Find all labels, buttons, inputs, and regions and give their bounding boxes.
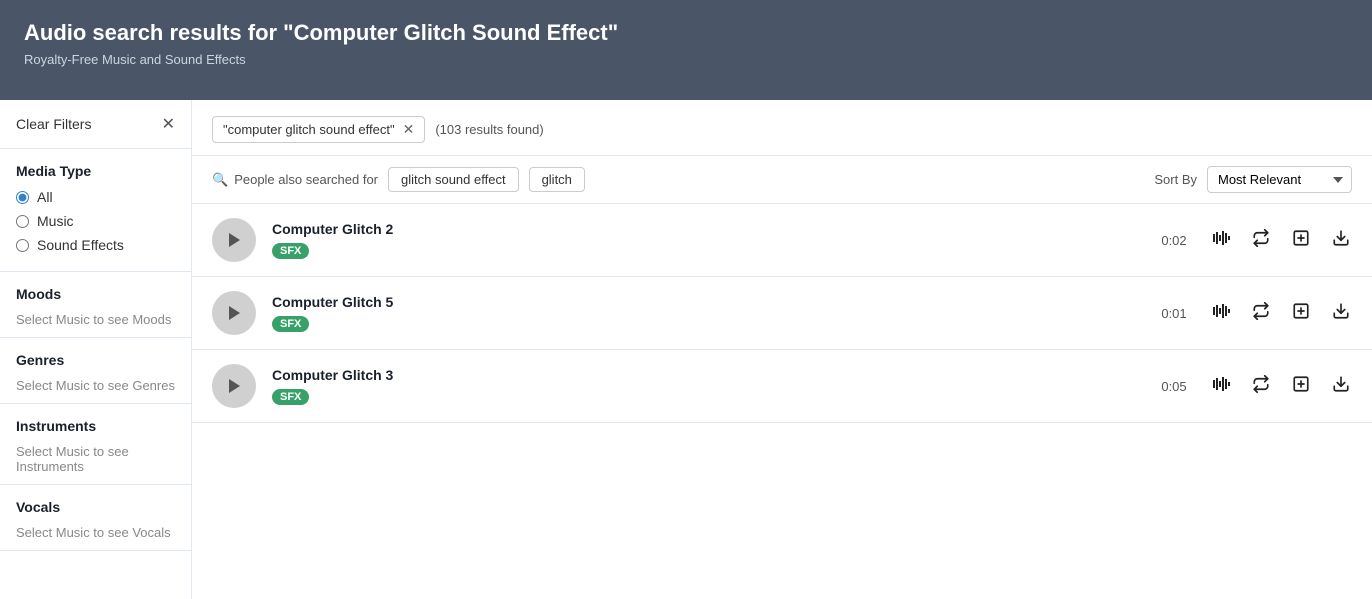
sidebar: Clear Filters ✕ Media Type All Music Sou… xyxy=(0,100,192,599)
table-row: Computer Glitch 5 SFX 0:01 xyxy=(192,277,1372,350)
sfx-badge-3: SFX xyxy=(272,389,309,405)
header: Audio search results for "Computer Glitc… xyxy=(0,0,1372,100)
close-icon[interactable]: ✕ xyxy=(162,114,175,134)
header-title: Audio search results for "Computer Glitc… xyxy=(24,20,1348,46)
loop-icon-1[interactable] xyxy=(1250,229,1272,252)
filter-remove-icon[interactable]: ✕ xyxy=(403,121,415,138)
play-icon-2 xyxy=(227,305,241,321)
track-info-1: Computer Glitch 2 SFX xyxy=(272,221,1138,259)
suggestion-tag-glitch[interactable]: glitch xyxy=(529,167,585,192)
vocals-placeholder: Select Music to see Vocals xyxy=(16,525,175,540)
sort-by-container: Sort By Most Relevant Newest Most Downlo… xyxy=(1154,166,1352,193)
media-type-sfx[interactable]: Sound Effects xyxy=(16,237,175,253)
play-icon-1 xyxy=(227,232,241,248)
moods-section: Moods Select Music to see Moods xyxy=(0,272,191,338)
genres-placeholder: Select Music to see Genres xyxy=(16,378,175,393)
media-type-music-radio[interactable] xyxy=(16,215,29,228)
vocals-section: Vocals Select Music to see Vocals xyxy=(0,485,191,551)
media-type-all-radio[interactable] xyxy=(16,191,29,204)
download-icon-2[interactable] xyxy=(1330,302,1352,325)
sfx-badge-1: SFX xyxy=(272,243,309,259)
vocals-title: Vocals xyxy=(16,499,175,515)
track-name-2: Computer Glitch 5 xyxy=(272,294,1138,310)
waveform-icon-3[interactable] xyxy=(1210,375,1232,398)
also-searched-row: 🔍 People also searched for glitch sound … xyxy=(192,156,1372,204)
add-to-project-icon-2[interactable] xyxy=(1290,302,1312,325)
sfx-badge-2: SFX xyxy=(272,316,309,332)
track-actions-3 xyxy=(1210,375,1352,398)
track-info-2: Computer Glitch 5 SFX xyxy=(272,294,1138,332)
active-filter-tag[interactable]: "computer glitch sound effect" ✕ xyxy=(212,116,425,143)
play-icon-3 xyxy=(227,378,241,394)
media-type-title: Media Type xyxy=(16,163,175,179)
header-subtitle: Royalty-Free Music and Sound Effects xyxy=(24,52,1348,67)
track-duration-2: 0:01 xyxy=(1154,306,1194,321)
genres-title: Genres xyxy=(16,352,175,368)
also-searched-text: People also searched for xyxy=(234,172,378,187)
instruments-placeholder: Select Music to see Instruments xyxy=(16,444,175,474)
instruments-title: Instruments xyxy=(16,418,175,434)
add-to-project-icon-1[interactable] xyxy=(1290,229,1312,252)
media-type-all[interactable]: All xyxy=(16,189,175,205)
sort-by-label: Sort By xyxy=(1154,172,1197,187)
play-button-2[interactable] xyxy=(212,291,256,335)
filter-bar: "computer glitch sound effect" ✕ (103 re… xyxy=(192,100,1372,156)
clear-filters-button[interactable]: Clear Filters ✕ xyxy=(0,100,191,149)
search-icon: 🔍 xyxy=(212,172,228,188)
media-type-radio-group: All Music Sound Effects xyxy=(16,189,175,253)
clear-filters-label: Clear Filters xyxy=(16,116,91,132)
waveform-icon-1[interactable] xyxy=(1210,229,1232,252)
add-to-project-icon-3[interactable] xyxy=(1290,375,1312,398)
track-duration-3: 0:05 xyxy=(1154,379,1194,394)
table-row: Computer Glitch 2 SFX 0:02 xyxy=(192,204,1372,277)
track-name-1: Computer Glitch 2 xyxy=(272,221,1138,237)
main-layout: Clear Filters ✕ Media Type All Music Sou… xyxy=(0,100,1372,599)
also-searched-label: 🔍 People also searched for xyxy=(212,172,378,188)
track-info-3: Computer Glitch 3 SFX xyxy=(272,367,1138,405)
play-button-3[interactable] xyxy=(212,364,256,408)
waveform-icon-2[interactable] xyxy=(1210,302,1232,325)
track-actions-1 xyxy=(1210,229,1352,252)
table-row: Computer Glitch 3 SFX 0:05 xyxy=(192,350,1372,423)
also-searched-inner: 🔍 People also searched for glitch sound … xyxy=(212,167,1154,192)
moods-placeholder: Select Music to see Moods xyxy=(16,312,175,327)
moods-title: Moods xyxy=(16,286,175,302)
track-duration-1: 0:02 xyxy=(1154,233,1194,248)
media-type-music[interactable]: Music xyxy=(16,213,175,229)
genres-section: Genres Select Music to see Genres xyxy=(0,338,191,404)
loop-icon-2[interactable] xyxy=(1250,302,1272,325)
track-name-3: Computer Glitch 3 xyxy=(272,367,1138,383)
suggestion-tag-glitch-sound-effect[interactable]: glitch sound effect xyxy=(388,167,519,192)
media-type-sfx-radio[interactable] xyxy=(16,239,29,252)
loop-icon-3[interactable] xyxy=(1250,375,1272,398)
sort-select[interactable]: Most Relevant Newest Most Downloaded xyxy=(1207,166,1352,193)
instruments-section: Instruments Select Music to see Instrume… xyxy=(0,404,191,485)
track-actions-2 xyxy=(1210,302,1352,325)
active-filter-text: "computer glitch sound effect" xyxy=(223,122,395,137)
content-area: "computer glitch sound effect" ✕ (103 re… xyxy=(192,100,1372,599)
download-icon-1[interactable] xyxy=(1330,229,1352,252)
media-type-section: Media Type All Music Sound Effects xyxy=(0,149,191,272)
download-icon-3[interactable] xyxy=(1330,375,1352,398)
play-button-1[interactable] xyxy=(212,218,256,262)
track-list: Computer Glitch 2 SFX 0:02 xyxy=(192,204,1372,423)
results-count: (103 results found) xyxy=(435,122,543,137)
